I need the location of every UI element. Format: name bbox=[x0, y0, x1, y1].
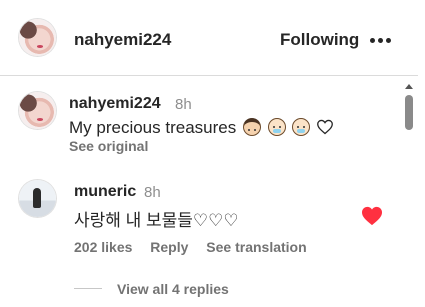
comment-actions: 202 likes Reply See translation bbox=[74, 239, 321, 255]
following-button[interactable]: Following bbox=[280, 30, 359, 50]
replies-divider bbox=[74, 288, 102, 289]
comment-avatar[interactable] bbox=[19, 180, 56, 217]
baby-face-emoji-icon bbox=[267, 118, 286, 136]
reply-button[interactable]: Reply bbox=[150, 239, 188, 255]
see-original-link[interactable]: See original bbox=[69, 138, 148, 154]
comment-text-body: My precious treasures bbox=[69, 118, 237, 137]
see-translation-link[interactable]: See translation bbox=[206, 239, 306, 255]
baby-face-emoji-icon bbox=[292, 118, 311, 136]
more-options-icon[interactable] bbox=[370, 38, 392, 44]
liked-heart-icon[interactable] bbox=[361, 206, 383, 226]
scrollbar-thumb[interactable] bbox=[405, 95, 413, 130]
comment-text: My precious treasures bbox=[69, 118, 334, 138]
likes-count[interactable]: 202 likes bbox=[74, 239, 132, 255]
author-username[interactable]: nahyemi224 bbox=[74, 30, 171, 50]
white-heart-emoji-icon bbox=[317, 119, 334, 135]
view-replies-button[interactable]: View all 4 replies bbox=[117, 281, 229, 297]
comment-timestamp[interactable]: 8h bbox=[175, 96, 192, 113]
comment-username[interactable]: nahyemi224 bbox=[69, 95, 161, 113]
scroll-up-arrow-icon[interactable] bbox=[405, 84, 413, 89]
comment-timestamp[interactable]: 8h bbox=[144, 184, 161, 201]
post-header: nahyemi224 Following bbox=[0, 0, 418, 76]
comment-avatar[interactable] bbox=[19, 92, 56, 129]
comment-username[interactable]: muneric bbox=[74, 183, 136, 201]
comment-text: 사랑해 내 보물들♡♡♡ bbox=[74, 211, 239, 230]
boy-face-emoji-icon bbox=[242, 118, 261, 136]
author-avatar[interactable] bbox=[19, 19, 56, 56]
